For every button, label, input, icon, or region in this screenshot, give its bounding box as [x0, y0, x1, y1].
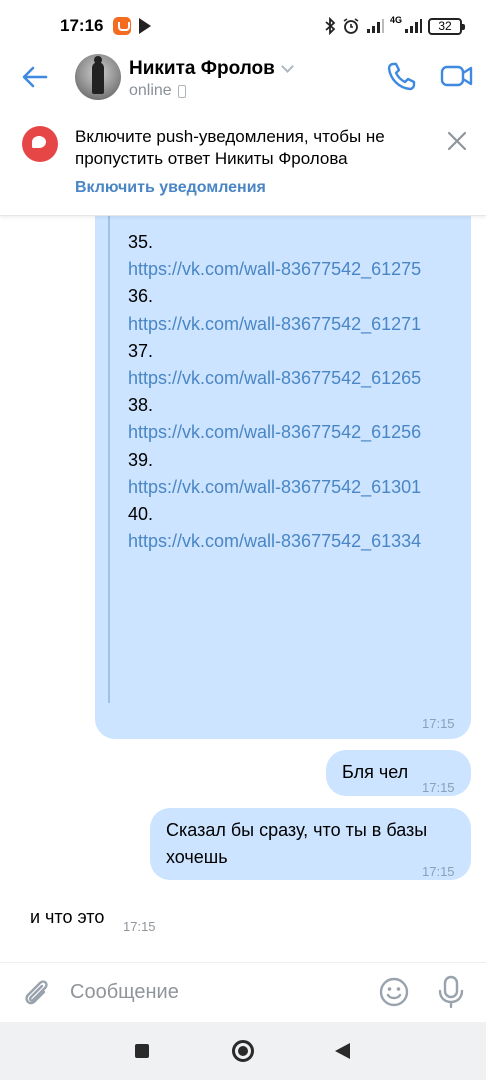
list-item-number: 36. — [128, 286, 154, 307]
call-icon[interactable] — [386, 60, 418, 92]
network-type: 4G — [389, 15, 402, 25]
phone-device-icon — [177, 84, 186, 98]
contact-status: online — [129, 82, 186, 100]
link[interactable]: https://vk.com/wall-83677542_61334 — [128, 528, 450, 555]
back-icon[interactable] — [335, 1043, 350, 1059]
message-time: 17:15 — [123, 919, 156, 934]
message-text: Сказал бы сразу, что ты в базы хочешь — [166, 820, 428, 867]
status-bar: 17:16 4G 32 — [0, 0, 486, 52]
partial-line: 8 — [128, 216, 458, 229]
link[interactable]: https://vk.com/wall-83677542_61265 — [128, 365, 450, 392]
screen: 17:16 4G 32 Никита Фролов online Включит… — [0, 0, 486, 1080]
contact-name: Никита Фролов — [129, 58, 275, 79]
status-icons: 4G 32 — [324, 15, 465, 35]
bluetooth-icon — [325, 17, 336, 35]
system-nav-bar — [0, 1022, 486, 1080]
outgoing-message[interactable]: Бля чел 17:15 — [326, 750, 471, 796]
list-item-number: 37. — [128, 340, 154, 361]
status-time: 17:16 — [60, 16, 104, 35]
microphone-icon[interactable] — [436, 975, 466, 1009]
link[interactable]: https://vk.com/wall-83677542_61271 — [128, 311, 450, 338]
list-item-number: 38. — [128, 395, 154, 416]
signal-icon — [366, 19, 384, 33]
push-banner: Включите push-уведомления, чтобы не проп… — [0, 118, 486, 216]
link[interactable]: https://vk.com/wall-83677542_61301 — [128, 474, 450, 501]
incoming-message-text[interactable]: и что это — [30, 907, 104, 928]
notification-bell-icon — [22, 126, 58, 162]
message-time: 17:15 — [422, 716, 455, 731]
message-time: 17:15 — [422, 864, 455, 879]
contact-name-row[interactable]: Никита Фролов — [129, 58, 294, 80]
list-item-number: 35. — [128, 232, 154, 252]
chevron-down-icon — [280, 60, 294, 73]
emoji-icon[interactable] — [378, 976, 410, 1008]
message-list[interactable]: 8 35. https://vk.com/wall-83677542_61275… — [0, 216, 486, 962]
back-arrow-icon[interactable] — [20, 62, 50, 92]
play-icon — [139, 18, 152, 34]
app-notification-icon — [113, 17, 132, 35]
avatar[interactable] — [75, 54, 121, 100]
status-text: online — [129, 82, 172, 99]
list-item-number: 40. — [128, 504, 154, 525]
list-item-number: 39. — [128, 449, 154, 470]
attach-icon[interactable] — [20, 977, 52, 1009]
outgoing-message[interactable]: Сказал бы сразу, что ты в базы хочешь 17… — [150, 808, 471, 880]
banner-text: Включите push-уведомления, чтобы не проп… — [75, 127, 385, 168]
alarm-icon — [343, 18, 359, 34]
recents-icon[interactable] — [135, 1044, 149, 1058]
signal-icon — [405, 19, 422, 33]
message-time: 17:15 — [422, 780, 455, 795]
message-input[interactable]: Сообщение — [70, 981, 179, 1004]
message-text: Бля чел — [342, 762, 409, 782]
battery-icon: 32 — [428, 17, 465, 35]
enable-notifications-link[interactable]: Включить уведомления — [75, 179, 266, 197]
forward-indicator — [108, 216, 110, 703]
chat-header: Никита Фролов online — [0, 52, 486, 106]
video-call-icon[interactable] — [440, 62, 474, 90]
close-icon[interactable] — [446, 130, 468, 152]
composer: Сообщение — [0, 962, 486, 1022]
link[interactable]: https://vk.com/wall-83677542_61275 — [128, 256, 450, 283]
home-icon[interactable] — [232, 1040, 254, 1062]
link[interactable]: https://vk.com/wall-83677542_61256 — [128, 419, 450, 446]
forwarded-link-list: 8 35. https://vk.com/wall-83677542_61275… — [128, 216, 458, 555]
